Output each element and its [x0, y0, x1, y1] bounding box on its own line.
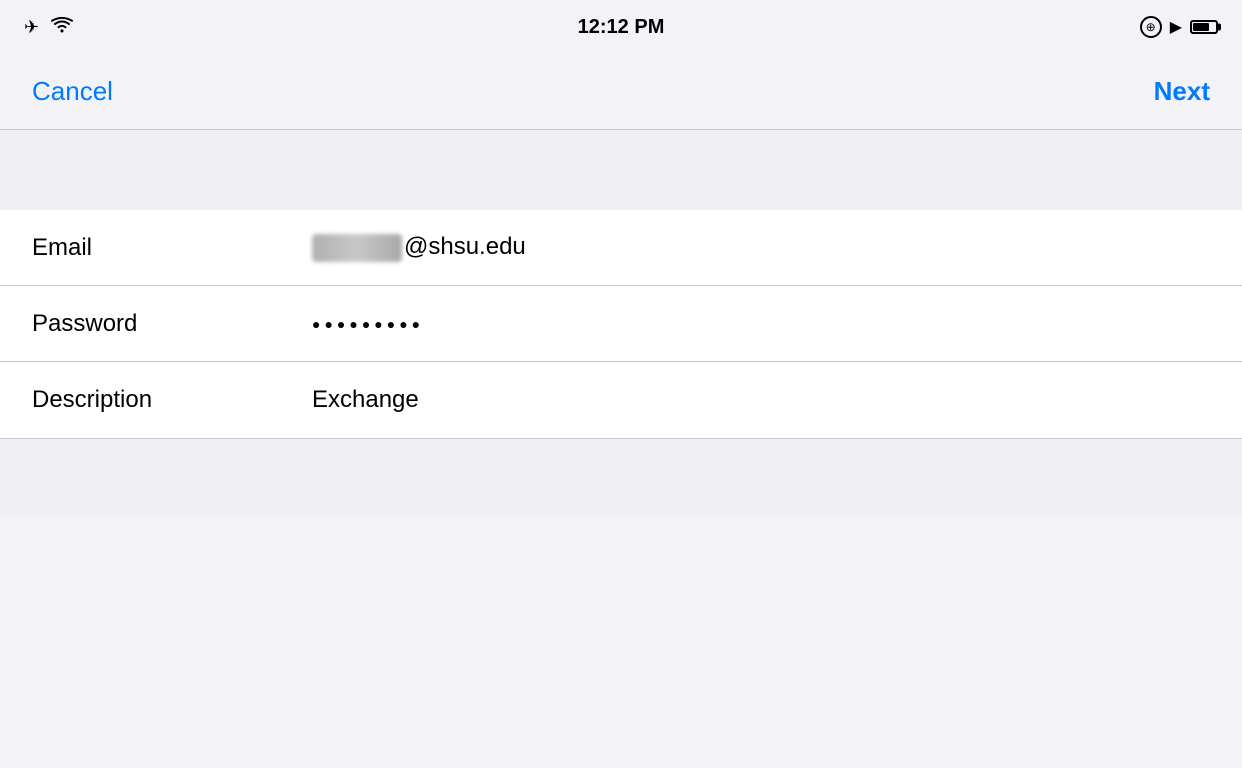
status-bar-right: ⊕ ▶: [1140, 16, 1218, 38]
email-value[interactable]: @shsu.edu: [312, 233, 1210, 262]
form-area: Email @shsu.edu Password ●●●●●●●●● Descr…: [0, 210, 1242, 438]
status-bar-left: ✈: [24, 17, 73, 38]
next-button[interactable]: Next: [1154, 68, 1210, 115]
email-domain: @shsu.edu: [404, 233, 526, 260]
battery: [1190, 20, 1218, 34]
bottom-gray-area: [0, 438, 1242, 518]
status-bar-time: 12:12 PM: [578, 16, 665, 39]
description-label: Description: [32, 386, 232, 414]
description-value[interactable]: Exchange: [312, 386, 1210, 414]
location-icon: ▶: [1170, 17, 1182, 37]
email-row: Email @shsu.edu: [0, 210, 1242, 286]
password-label: Password: [32, 310, 232, 338]
wifi-icon: [51, 17, 73, 38]
status-bar: ✈ 12:12 PM ⊕ ▶: [0, 0, 1242, 54]
nav-bar: Cancel Next: [0, 54, 1242, 130]
airplane-icon: ✈: [24, 17, 39, 38]
lock-rotation-icon: ⊕: [1140, 16, 1162, 38]
blurred-username: [312, 234, 402, 262]
gray-separator: [0, 130, 1242, 210]
password-row: Password ●●●●●●●●●: [0, 286, 1242, 362]
password-value[interactable]: ●●●●●●●●●: [312, 316, 1210, 332]
description-row: Description Exchange: [0, 362, 1242, 438]
cancel-button[interactable]: Cancel: [32, 68, 113, 115]
email-label: Email: [32, 234, 232, 262]
